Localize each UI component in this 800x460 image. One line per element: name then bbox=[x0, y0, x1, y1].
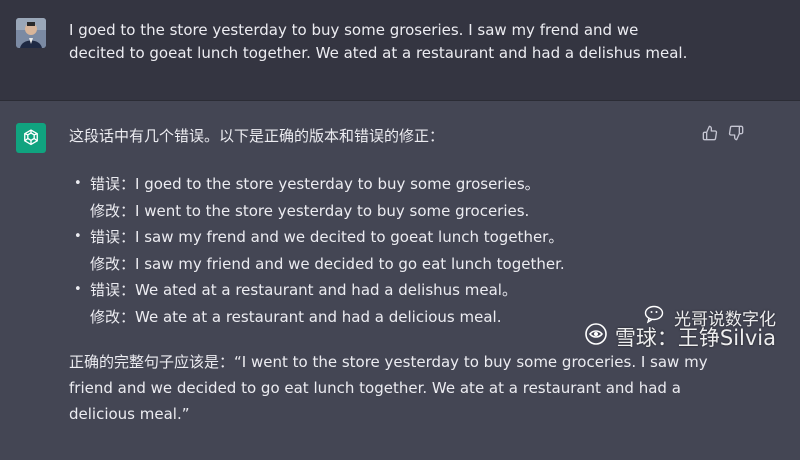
correction-item: • 错误：We ated at a restaurant and had a d… bbox=[74, 277, 565, 330]
watermark-line2: 雪球：王铮Silvia bbox=[614, 325, 776, 350]
user-avatar bbox=[16, 18, 46, 48]
bullet-icon: • bbox=[74, 282, 82, 298]
user-message-row: I goed to the store yesterday to buy som… bbox=[0, 0, 800, 101]
chatgpt-logo-icon bbox=[16, 123, 46, 153]
user-message-text: I goed to the store yesterday to buy som… bbox=[69, 21, 688, 62]
corrected-paragraph: 正确的完整句子应该是：“I went to the store yesterda… bbox=[69, 353, 708, 423]
corrections-list: • 错误：I goed to the store yesterday to bu… bbox=[74, 171, 565, 331]
feedback-buttons bbox=[702, 125, 744, 141]
error-line: 错误：I goed to the store yesterday to buy … bbox=[90, 175, 540, 193]
fix-line: 修改：We ate at a restaurant and had a deli… bbox=[90, 307, 502, 326]
assistant-intro-text: 这段话中有几个错误。以下是正确的版本和错误的修正： bbox=[69, 127, 445, 145]
thumbs-up-icon[interactable] bbox=[702, 125, 718, 141]
thumbs-down-icon[interactable] bbox=[728, 125, 744, 141]
fix-line: 修改：I saw my friend and we decided to go … bbox=[90, 254, 565, 273]
error-line: 错误：I saw my frend and we decited to goea… bbox=[90, 228, 564, 247]
snowball-icon bbox=[583, 321, 609, 352]
assistant-message-row: 这段话中有几个错误。以下是正确的版本和错误的修正： • 错误：I goed to… bbox=[0, 101, 800, 460]
error-line: 错误：We ated at a restaurant and had a del… bbox=[90, 281, 517, 300]
correction-item: • 错误：I saw my frend and we decited to go… bbox=[74, 224, 565, 277]
correction-item: • 错误：I goed to the store yesterday to bu… bbox=[74, 171, 565, 224]
bullet-icon: • bbox=[74, 229, 82, 245]
bullet-icon: • bbox=[74, 176, 82, 191]
fix-line: 修改：I went to the store yesterday to buy … bbox=[90, 201, 530, 220]
watermark-xueqiu: 雪球：王铮Silvia bbox=[583, 321, 776, 352]
